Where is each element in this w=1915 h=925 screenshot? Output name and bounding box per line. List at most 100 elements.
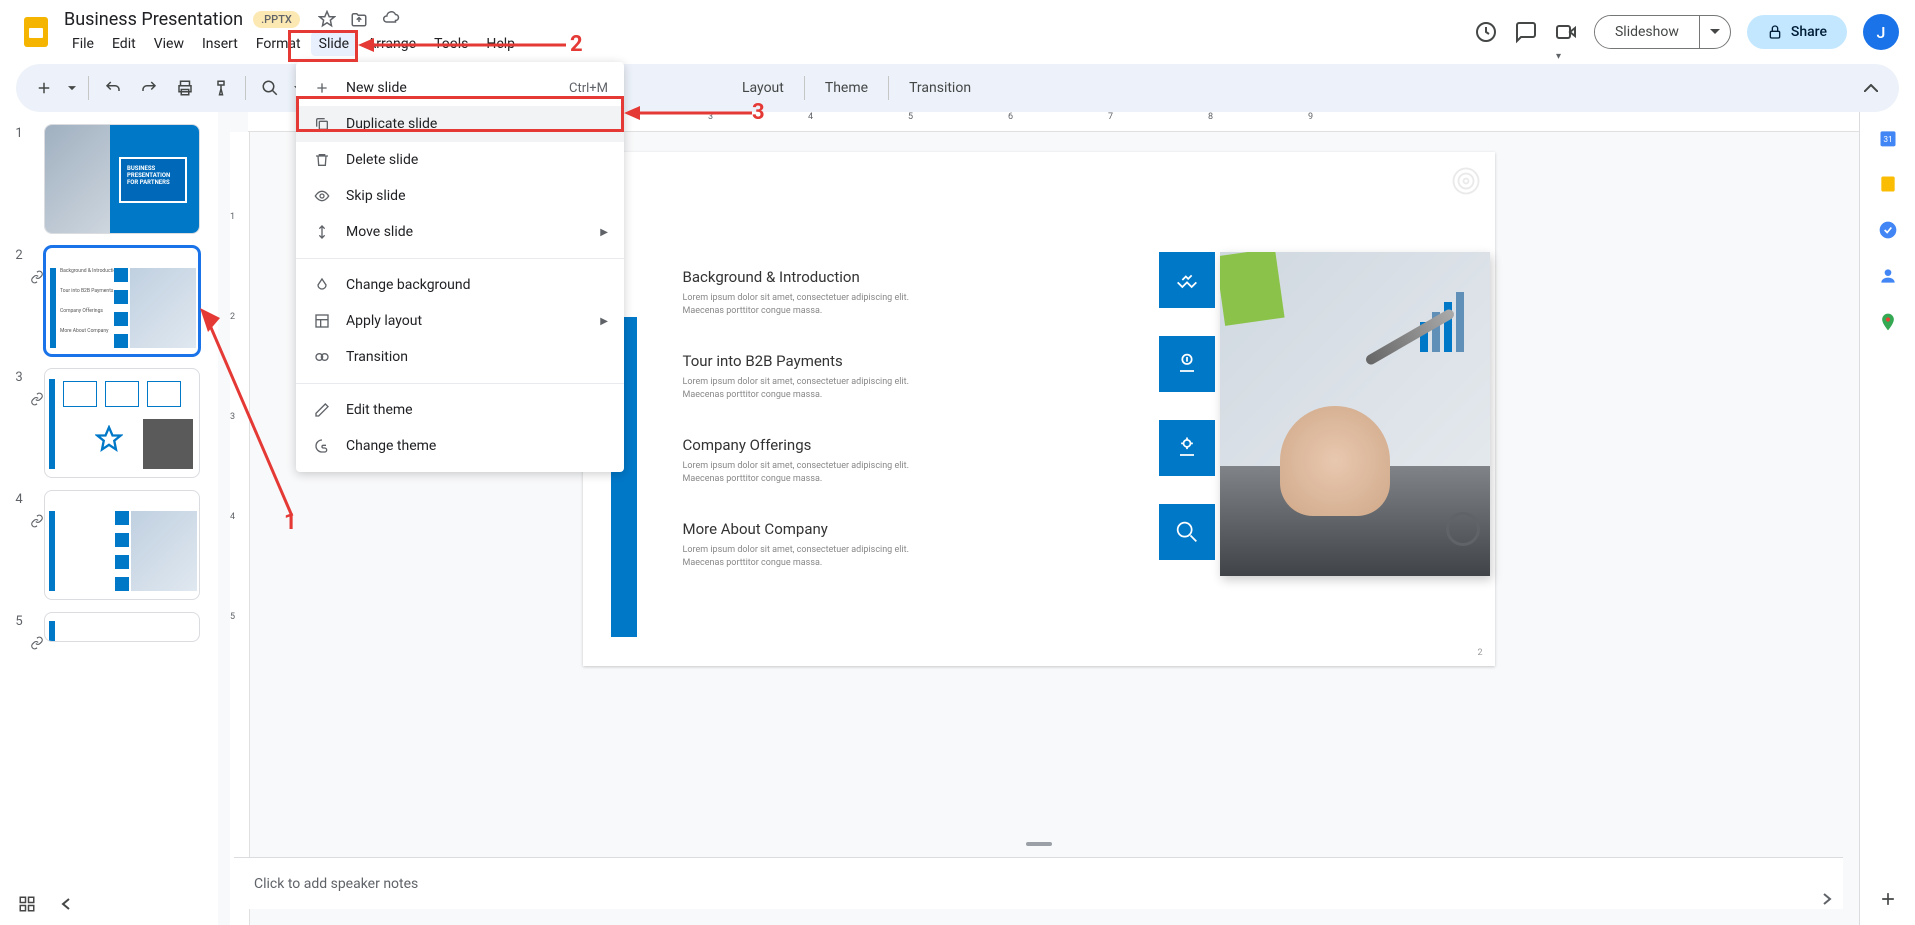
slide-canvas[interactable]: AGENDA Background & Introduction Lorem i… xyxy=(583,152,1495,666)
thumbnail-slide-4[interactable] xyxy=(44,490,200,600)
menu-format[interactable]: Format xyxy=(248,32,309,56)
toolbar-theme[interactable]: Theme xyxy=(813,74,880,102)
thumbnail-slide-5[interactable] xyxy=(44,612,200,642)
toolbar-transition[interactable]: Transition xyxy=(897,74,983,102)
pencil-icon xyxy=(312,400,332,420)
slideshow-button[interactable]: Slideshow xyxy=(1595,16,1699,48)
thumb-number: 1 xyxy=(8,124,30,234)
duplicate-icon xyxy=(312,114,332,134)
thumb-number: 5 xyxy=(8,612,30,650)
thumb-number: 4 xyxy=(8,490,30,600)
new-slide-dropdown[interactable] xyxy=(64,72,80,104)
thumbnail-slide-2[interactable]: Background & Introduction Tour into B2B … xyxy=(44,246,200,356)
chevron-right-icon: ▶ xyxy=(600,316,608,327)
menu-arrange[interactable]: Arrange xyxy=(359,32,424,56)
menu-slide[interactable]: Slide xyxy=(311,32,357,56)
thumb-number: 3 xyxy=(8,368,30,478)
chevron-right-icon: ▶ xyxy=(600,227,608,238)
menu-insert[interactable]: Insert xyxy=(194,32,246,56)
notes-placeholder: Click to add speaker notes xyxy=(254,876,418,892)
link-icon xyxy=(30,612,44,650)
eye-icon xyxy=(312,186,332,206)
section-title: More About Company xyxy=(683,520,913,538)
user-avatar[interactable]: J xyxy=(1863,14,1899,50)
slide-dropdown-menu: New slide Ctrl+M Duplicate slide Delete … xyxy=(296,62,624,472)
dd-move-slide[interactable]: Move slide ▶ xyxy=(296,214,624,250)
dd-skip-slide[interactable]: Skip slide xyxy=(296,178,624,214)
menu-view[interactable]: View xyxy=(146,32,192,56)
comments-icon[interactable] xyxy=(1514,20,1538,44)
dd-change-background[interactable]: Change background xyxy=(296,267,624,303)
dd-duplicate-slide[interactable]: Duplicate slide xyxy=(296,106,624,142)
contacts-icon[interactable] xyxy=(1878,266,1898,286)
maps-icon[interactable] xyxy=(1878,312,1898,332)
dd-transition[interactable]: Transition xyxy=(296,339,624,375)
side-panel: 31 xyxy=(1859,112,1915,925)
keep-icon[interactable] xyxy=(1878,174,1898,194)
dd-apply-layout[interactable]: Apply layout ▶ xyxy=(296,303,624,339)
section-title: Background & Introduction xyxy=(683,268,913,286)
menu-edit[interactable]: Edit xyxy=(104,32,144,56)
link-icon xyxy=(30,490,44,600)
menu-tools[interactable]: Tools xyxy=(426,32,476,56)
grid-view-icon[interactable] xyxy=(18,895,36,913)
section-title: Company Offerings xyxy=(683,436,913,454)
slideshow-dropdown[interactable] xyxy=(1699,16,1730,48)
notes-resize-handle[interactable] xyxy=(1026,842,1052,846)
dd-edit-theme[interactable]: Edit theme xyxy=(296,392,624,428)
plus-icon xyxy=(312,78,332,98)
transition-icon xyxy=(312,347,332,367)
tasks-icon[interactable] xyxy=(1878,220,1898,240)
nav-left-icon[interactable] xyxy=(60,898,72,910)
notes-next-icon[interactable] xyxy=(1821,893,1833,905)
share-label: Share xyxy=(1791,24,1827,40)
dd-delete-slide[interactable]: Delete slide xyxy=(296,142,624,178)
thumbnail-slide-3[interactable] xyxy=(44,368,200,478)
menu-help[interactable]: Help xyxy=(478,32,523,56)
calendar-icon[interactable]: 31 xyxy=(1878,128,1898,148)
menubar: File Edit View Insert Format Slide Arran… xyxy=(64,32,1474,56)
link-icon xyxy=(30,246,44,356)
title-area: Business Presentation .PPTX File Edit Vi… xyxy=(64,9,1474,56)
collapse-toolbar-icon[interactable] xyxy=(1855,72,1887,104)
section-desc: Lorem ipsum dolor sit amet, consectetuer… xyxy=(683,460,913,485)
slides-logo[interactable] xyxy=(16,12,56,52)
undo-button[interactable] xyxy=(97,72,129,104)
section-desc: Lorem ipsum dolor sit amet, consectetuer… xyxy=(683,544,913,569)
dd-new-slide[interactable]: New slide Ctrl+M xyxy=(296,70,624,106)
redo-button[interactable] xyxy=(133,72,165,104)
thumbnail-slide-1[interactable]: BUSINESS PRESENTATION FOR PARTNERS xyxy=(44,124,200,234)
new-slide-button[interactable] xyxy=(28,72,60,104)
trash-icon xyxy=(312,150,332,170)
zoom-button[interactable] xyxy=(254,72,286,104)
search-profile-icon xyxy=(1159,504,1215,560)
move-arrows-icon xyxy=(312,222,332,242)
menu-file[interactable]: File xyxy=(64,32,102,56)
money-hand-icon xyxy=(1159,336,1215,392)
speaker-notes[interactable]: Click to add speaker notes xyxy=(234,857,1843,909)
meet-icon[interactable]: ▾ xyxy=(1554,20,1578,44)
move-icon[interactable] xyxy=(350,10,368,28)
print-button[interactable] xyxy=(169,72,201,104)
slide-hero-image xyxy=(1220,252,1490,576)
thumb-number: 2 xyxy=(8,246,30,356)
paint-format-button[interactable] xyxy=(205,72,237,104)
section-desc: Lorem ipsum dolor sit amet, consectetuer… xyxy=(683,376,913,401)
handshake-icon xyxy=(1159,252,1215,308)
paint-drop-icon xyxy=(312,275,332,295)
add-addon-icon[interactable] xyxy=(1878,889,1898,909)
thumbnail-panel: 1 BUSINESS PRESENTATION FOR PARTNERS 2 B… xyxy=(0,112,218,925)
app-header: Business Presentation .PPTX File Edit Vi… xyxy=(0,0,1915,64)
slideshow-button-group: Slideshow xyxy=(1594,15,1731,49)
layout-icon xyxy=(312,311,332,331)
section-title: Tour into B2B Payments xyxy=(683,352,913,370)
slide-page-number: 2 xyxy=(1477,648,1482,658)
cloud-status-icon[interactable] xyxy=(382,10,400,28)
link-icon xyxy=(30,368,44,478)
document-title[interactable]: Business Presentation xyxy=(64,9,243,30)
dd-change-theme[interactable]: Change theme xyxy=(296,428,624,464)
palette-icon xyxy=(312,436,332,456)
star-icon[interactable] xyxy=(318,10,336,28)
history-icon[interactable] xyxy=(1474,20,1498,44)
share-button[interactable]: Share xyxy=(1747,15,1847,49)
